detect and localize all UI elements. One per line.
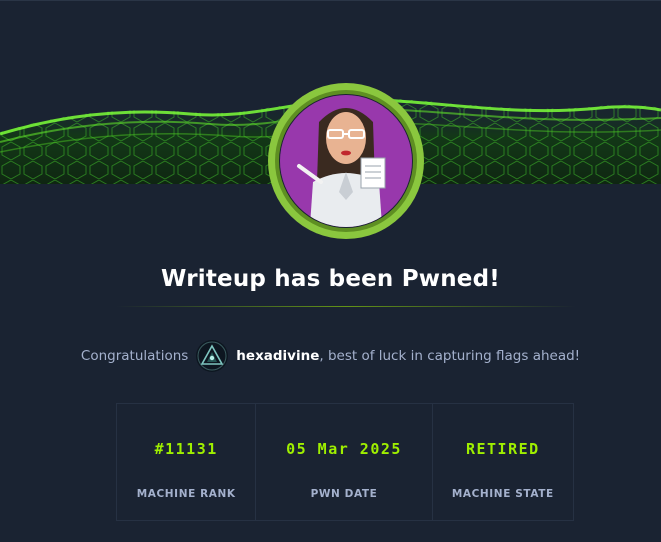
page-title: Writeup has been Pwned! xyxy=(161,266,500,292)
top-border xyxy=(0,0,661,1)
stat-pwn-date: 05 Mar 2025 PWN DATE xyxy=(255,404,431,520)
congrats-suffix: , best of luck in capturing flags ahead! xyxy=(319,348,581,364)
stat-value: RETIRED xyxy=(465,440,540,458)
stat-label: PWN DATE xyxy=(310,488,378,500)
stat-value: 05 Mar 2025 xyxy=(286,440,402,458)
username-link[interactable]: hexadivine xyxy=(236,348,319,364)
stat-machine-rank: #11131 MACHINE RANK xyxy=(117,404,255,520)
stat-label: MACHINE RANK xyxy=(136,488,236,500)
congrats-message: Congratulations hexadivine , best of luc… xyxy=(0,339,661,373)
stat-value: #11131 xyxy=(154,440,218,458)
machine-avatar-icon xyxy=(268,83,424,239)
machine-avatar xyxy=(267,82,425,240)
stat-machine-state: RETIRED MACHINE STATE xyxy=(431,404,573,520)
congrats-prefix: Congratulations xyxy=(80,348,189,364)
stat-label: MACHINE STATE xyxy=(451,488,554,500)
title-divider xyxy=(116,306,576,307)
user-avatar-icon xyxy=(196,340,229,372)
stats-panel: #11131 MACHINE RANK 05 Mar 2025 PWN DATE… xyxy=(116,403,574,521)
